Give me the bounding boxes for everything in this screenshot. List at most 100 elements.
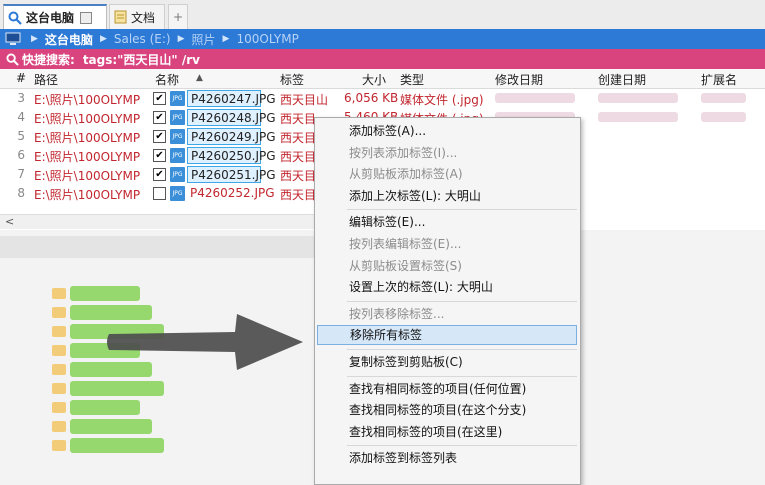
- redacted-cell: [495, 93, 575, 103]
- redacted-cell: [701, 93, 746, 103]
- table-row[interactable]: 3 E:\照片\100OLYMP ✔ JPG P4260247.JPG 西天目山 6,056…: [0, 89, 765, 108]
- menu-item[interactable]: 添加标签(A)...: [317, 121, 577, 141]
- column-header-type[interactable]: 类型: [400, 71, 424, 88]
- menu-item: 从剪贴板添加标签(A): [349, 167, 463, 182]
- menu-item[interactable]: 查找有相同标签的项目(任何位置): [317, 379, 577, 399]
- row-file-name[interactable]: P4260250.JPG: [187, 147, 276, 164]
- column-header-name[interactable]: 名称: [155, 71, 179, 88]
- row-file-name[interactable]: P4260251.JPG: [187, 166, 276, 183]
- computer-icon: [5, 32, 21, 45]
- chevron-right-icon: ▶: [222, 34, 230, 44]
- row-checkbox[interactable]: ✔: [153, 111, 166, 124]
- row-size: 6,056 KB: [344, 91, 399, 105]
- breadcrumb-item-folder[interactable]: 100OLYMP: [236, 32, 298, 46]
- menu-separator: [347, 209, 577, 211]
- menu-separator: [347, 445, 577, 447]
- jpg-file-icon: JPG: [170, 186, 185, 201]
- row-number: 4: [17, 110, 25, 124]
- folder-icon: [52, 345, 66, 356]
- row-number: 3: [17, 91, 25, 105]
- menu-item[interactable]: 查找相同标签的项目(在这个分支): [317, 400, 577, 420]
- column-header-ext[interactable]: 扩展名: [701, 71, 737, 88]
- row-checkbox[interactable]: ✔: [153, 168, 166, 181]
- row-tag: 西天目: [280, 112, 317, 126]
- menu-item[interactable]: 添加上次标签(L): 大明山: [317, 186, 577, 206]
- menu-separator: [347, 349, 577, 350]
- row-file-name[interactable]: P4260247.JPG: [187, 90, 276, 107]
- redacted-cell: [598, 112, 678, 122]
- folder-icon: [52, 364, 66, 375]
- folder-icon: [52, 402, 66, 413]
- menu-separator: [347, 300, 577, 302]
- folder-icon: [52, 307, 66, 318]
- column-header-num[interactable]: #: [16, 71, 26, 85]
- search-icon: [6, 52, 19, 66]
- row-number: 6: [17, 148, 25, 162]
- menu-item: 从剪贴板设置标签(S): [349, 258, 462, 273]
- breadcrumb: ▶ 这台电脑 ▶ Sales (E:) ▶ 照片 ▶ 100OLYMP: [0, 29, 765, 49]
- redacted-cell: [598, 93, 678, 103]
- jpg-file-icon: JPG: [170, 91, 185, 106]
- row-tag: 西天目山: [280, 93, 329, 107]
- redacted-item: [70, 400, 140, 415]
- menu-item[interactable]: 添加标签到标签列表: [317, 448, 577, 468]
- column-header-size[interactable]: 大小: [362, 71, 386, 88]
- row-number: 8: [17, 186, 25, 200]
- row-file-name[interactable]: P4260252.JPG: [187, 185, 275, 202]
- tab-label: 文档: [131, 10, 156, 25]
- menu-item[interactable]: 查找相同标签的项目(在这里): [317, 422, 577, 442]
- row-path: E:\照片\100OLYMP: [34, 169, 141, 183]
- new-tab-button[interactable]: +: [168, 4, 188, 29]
- breadcrumb-item-photos[interactable]: 照片: [192, 31, 216, 48]
- row-tag: 西天目: [280, 131, 317, 145]
- jpg-file-icon: JPG: [170, 129, 185, 144]
- row-checkbox[interactable]: ✔: [153, 92, 166, 105]
- quick-search-bar[interactable]: 快捷搜索: tags:"西天目山" /rv: [0, 49, 765, 69]
- jpg-file-icon: JPG: [170, 167, 185, 182]
- arrow-right-icon: [107, 314, 303, 370]
- row-path: E:\照片\100OLYMP: [34, 188, 141, 202]
- row-number: 5: [17, 129, 25, 143]
- tab-close-icon[interactable]: [80, 11, 93, 24]
- menu-item[interactable]: 移除所有标签: [317, 325, 577, 346]
- row-checkbox[interactable]: ✔: [153, 130, 166, 143]
- row-path: E:\照片\100OLYMP: [34, 112, 141, 126]
- row-type: 媒体文件 (.jpg): [400, 93, 484, 107]
- menu-item[interactable]: 编辑标签(E)...: [317, 212, 577, 232]
- lower-tab-strip: [0, 236, 320, 258]
- row-file-name[interactable]: P4260248.JPG: [187, 109, 276, 126]
- row-checkbox[interactable]: ✔: [153, 149, 166, 162]
- chevron-right-icon: ▶: [99, 34, 107, 44]
- horizontal-scrollbar[interactable]: <: [0, 214, 315, 229]
- menu-item: 按列表移除标签...: [349, 306, 445, 321]
- breadcrumb-item-this-pc[interactable]: 这台电脑: [45, 31, 93, 48]
- column-header-tags[interactable]: 标签: [280, 71, 304, 88]
- jpg-file-icon: JPG: [170, 110, 185, 125]
- column-header-created[interactable]: 创建日期: [598, 71, 646, 88]
- redacted-item: [70, 438, 164, 453]
- menu-item[interactable]: 复制标签到剪贴板(C): [317, 352, 577, 372]
- folder-icon: [52, 421, 66, 432]
- column-header-modified[interactable]: 修改日期: [495, 71, 543, 88]
- tab-this-pc[interactable]: 这台电脑: [3, 4, 107, 29]
- chevron-right-icon: ▶: [177, 34, 185, 44]
- folder-icon: [52, 383, 66, 394]
- menu-item: 按列表添加标签(I)...: [349, 145, 458, 160]
- row-tag: 西天目: [280, 150, 317, 164]
- menu-item: 按列表编辑标签(E)...: [349, 237, 462, 251]
- redacted-item: [70, 381, 164, 396]
- tab-label: 这台电脑: [26, 11, 75, 25]
- row-tag: 西天目: [280, 169, 317, 183]
- row-tag: 西天目: [280, 188, 317, 202]
- folder-icon: [52, 288, 66, 299]
- quick-search-query: tags:"西天目山" /rv: [82, 52, 200, 67]
- scroll-left-icon[interactable]: <: [5, 215, 14, 228]
- tab-documents[interactable]: 文档: [109, 4, 165, 29]
- row-path: E:\照片\100OLYMP: [34, 93, 141, 107]
- row-checkbox[interactable]: [153, 187, 166, 200]
- row-file-name[interactable]: P4260249.JPG: [187, 128, 276, 145]
- quick-search-label: 快捷搜索:: [22, 52, 75, 67]
- column-header-path[interactable]: 路径: [34, 71, 58, 88]
- menu-item[interactable]: 设置上次的标签(L): 大明山: [317, 277, 577, 297]
- breadcrumb-item-drive[interactable]: Sales (E:): [114, 32, 171, 46]
